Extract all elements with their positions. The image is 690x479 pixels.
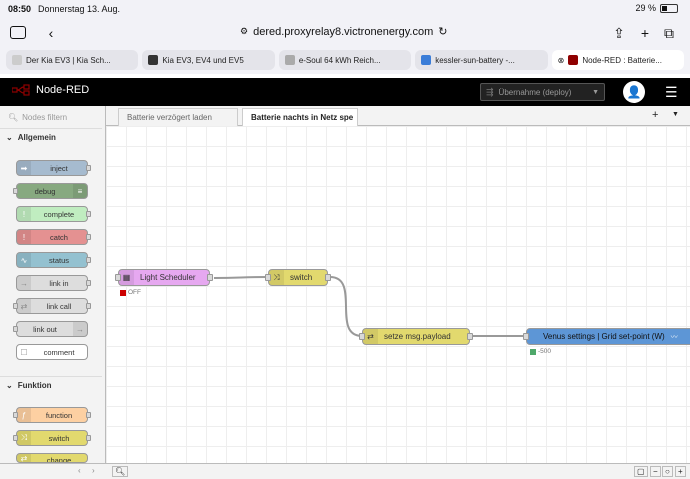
palette-node-link-out[interactable]: link out → bbox=[13, 321, 88, 337]
tab-batterie-verzoegert[interactable]: Batterie verzögert laden bbox=[118, 108, 238, 126]
victron-icon: 〰 bbox=[670, 333, 678, 341]
palette-node-complete[interactable]: ! complete bbox=[16, 206, 91, 222]
palette-node-catch[interactable]: ! catch bbox=[16, 229, 91, 245]
collapse-left-icon[interactable]: ‹ bbox=[78, 466, 81, 475]
browser-tab-active[interactable]: ⊗ Node-RED : Batterie... bbox=[551, 50, 685, 70]
deploy-button[interactable]: ⇶ Übernahme (deploy) ▼ bbox=[480, 83, 605, 101]
search-flows-icon[interactable]: 🔍︎ bbox=[112, 466, 129, 477]
inject-icon: ➡ bbox=[17, 161, 31, 175]
status-icon: ∿ bbox=[17, 253, 31, 267]
flow-wires bbox=[213, 276, 526, 337]
flow-list-icon[interactable]: ▼ bbox=[672, 111, 679, 118]
palette-node-debug[interactable]: debug ≡ bbox=[13, 183, 88, 199]
browser-tab[interactable]: Kia EV3, EV4 und EV5 bbox=[142, 50, 275, 70]
date: Donnerstag 13. Aug. bbox=[38, 4, 121, 14]
user-icon[interactable]: 👤 bbox=[623, 81, 645, 103]
favicon-icon bbox=[421, 55, 432, 65]
deploy-label: Übernahme (deploy) bbox=[498, 87, 572, 97]
palette-footer: ‹ › bbox=[0, 463, 106, 479]
palette-node-comment[interactable]: ☐ comment bbox=[16, 344, 88, 360]
close-tab-icon[interactable]: ⊗ bbox=[558, 56, 565, 65]
deploy-icon: ⇶ bbox=[486, 86, 494, 97]
nodered-logo: Node-RED bbox=[12, 84, 89, 96]
navigator-icon[interactable]: ▢ bbox=[634, 466, 648, 477]
new-tab-icon[interactable]: + bbox=[636, 25, 654, 41]
chevron-down-icon: ⌄ bbox=[6, 381, 13, 390]
reload-icon[interactable]: ↻ bbox=[438, 25, 447, 38]
change-icon: ⇄ bbox=[17, 454, 31, 462]
deploy-dropdown-icon[interactable]: ▼ bbox=[592, 89, 599, 96]
collapse-right-icon[interactable]: › bbox=[92, 466, 95, 475]
chevron-down-icon: ⌄ bbox=[6, 133, 13, 142]
link-call-icon: ⇄ bbox=[17, 299, 31, 313]
url-text: dered.proxyrelay8.victronenergy.com bbox=[253, 25, 434, 38]
node-palette: 🔍︎ Nodes filtern ⌄ Allgemein ➡ inject debu… bbox=[0, 106, 106, 479]
zoom-reset-icon[interactable]: ○ bbox=[662, 466, 673, 477]
flow-node-setze-msg-payload[interactable]: ⇄ setze msg.payload bbox=[359, 328, 473, 345]
catch-icon: ! bbox=[17, 230, 31, 244]
workspace-footer: 🔍︎ ▢ − ○ + bbox=[106, 463, 690, 479]
workspace-tabs: Batterie verzögert laden Batterie nachts… bbox=[106, 106, 690, 126]
palette-category-funktion[interactable]: ⌄ Funktion bbox=[0, 376, 102, 394]
comment-icon: ☐ bbox=[20, 347, 28, 357]
status-dot bbox=[530, 348, 536, 355]
palette-node-change[interactable]: ⇄ change bbox=[16, 453, 88, 463]
hamburger-menu-icon[interactable]: ☰ bbox=[665, 84, 678, 101]
function-icon: ƒ bbox=[17, 408, 31, 422]
tab-batterie-nachts[interactable]: Batterie nachts in Netz spe bbox=[242, 108, 358, 126]
battery-percent: 29 % bbox=[635, 3, 656, 13]
link-out-icon: → bbox=[73, 322, 87, 336]
change-icon: ⇄ bbox=[363, 329, 378, 344]
browser-toolbar: ‹ ⚙ dered.proxyrelay8.victronenergy.com … bbox=[0, 18, 690, 48]
favicon-icon bbox=[568, 55, 579, 65]
site-settings-icon[interactable]: ⚙ bbox=[240, 26, 248, 37]
flow-canvas[interactable]: ▦ Light Scheduler OFF ⤨ switch ⇄ setze m… bbox=[106, 126, 690, 463]
clock: 08:50 bbox=[8, 4, 32, 14]
complete-icon: ! bbox=[17, 207, 31, 221]
nodered-header: Node-RED ⇶ Übernahme (deploy) ▼ 👤 ☰ bbox=[0, 78, 690, 106]
status-badge: -500 bbox=[530, 348, 551, 355]
address-bar[interactable]: ⚙ dered.proxyrelay8.victronenergy.com ↻ bbox=[240, 25, 447, 39]
favicon-icon bbox=[284, 55, 295, 65]
favicon-icon bbox=[148, 55, 159, 65]
nodered-logo-icon bbox=[12, 84, 30, 96]
debug-icon: ≡ bbox=[73, 184, 87, 198]
flow-node-switch[interactable]: ⤨ switch bbox=[265, 269, 331, 286]
palette-node-switch[interactable]: ⤨ switch bbox=[13, 430, 91, 446]
flow-node-light-scheduler[interactable]: ▦ Light Scheduler bbox=[115, 269, 213, 286]
calendar-icon: ▦ bbox=[119, 270, 134, 285]
tab-overview-icon[interactable]: ⧉ bbox=[660, 25, 678, 41]
battery-icon bbox=[660, 3, 678, 13]
switch-icon: ⤨ bbox=[269, 270, 284, 285]
battery-indicator: 29 % bbox=[635, 3, 678, 13]
palette-filter-input[interactable]: 🔍︎ Nodes filtern bbox=[4, 109, 102, 125]
zoom-out-icon[interactable]: − bbox=[650, 466, 661, 477]
palette-node-link-in[interactable]: → link in bbox=[16, 275, 91, 291]
flow-node-venus-grid-setpoint[interactable]: Venus settings | Grid set-point (W) 〰 bbox=[523, 328, 690, 345]
sidebar-icon[interactable] bbox=[10, 26, 26, 39]
browser-tab[interactable]: e-Soul 64 kWh Reich... bbox=[278, 50, 412, 70]
browser-tab[interactable]: kessler-sun-battery -... bbox=[415, 50, 548, 70]
app-title: Node-RED bbox=[36, 84, 90, 96]
link-in-icon: → bbox=[17, 276, 31, 290]
palette-node-function[interactable]: ƒ function bbox=[13, 407, 91, 423]
status-badge: OFF bbox=[120, 289, 141, 296]
wire bbox=[213, 276, 269, 279]
search-icon: 🔍︎ bbox=[8, 112, 19, 122]
zoom-in-icon[interactable]: + bbox=[675, 466, 686, 477]
add-flow-icon[interactable]: + bbox=[652, 109, 658, 121]
switch-icon: ⤨ bbox=[17, 431, 31, 445]
browser-tab[interactable]: Der Kia EV3 | Kia Sch... bbox=[6, 50, 139, 70]
ios-status-bar: 08:50 Donnerstag 13. Aug. 29 % bbox=[0, 0, 690, 18]
palette-node-link-call[interactable]: ⇄ link call bbox=[13, 298, 91, 314]
status-dot bbox=[120, 289, 126, 296]
share-icon[interactable]: ⇪ bbox=[610, 25, 628, 41]
back-icon[interactable]: ‹ bbox=[42, 25, 60, 41]
palette-node-inject[interactable]: ➡ inject bbox=[16, 160, 91, 176]
wire bbox=[329, 276, 363, 337]
favicon-icon bbox=[12, 55, 22, 65]
browser-tab-bar: Der Kia EV3 | Kia Sch... Kia EV3, EV4 un… bbox=[0, 48, 690, 74]
palette-node-status[interactable]: ∿ status bbox=[16, 252, 91, 268]
palette-category-allgemein[interactable]: ⌄ Allgemein bbox=[0, 128, 102, 146]
